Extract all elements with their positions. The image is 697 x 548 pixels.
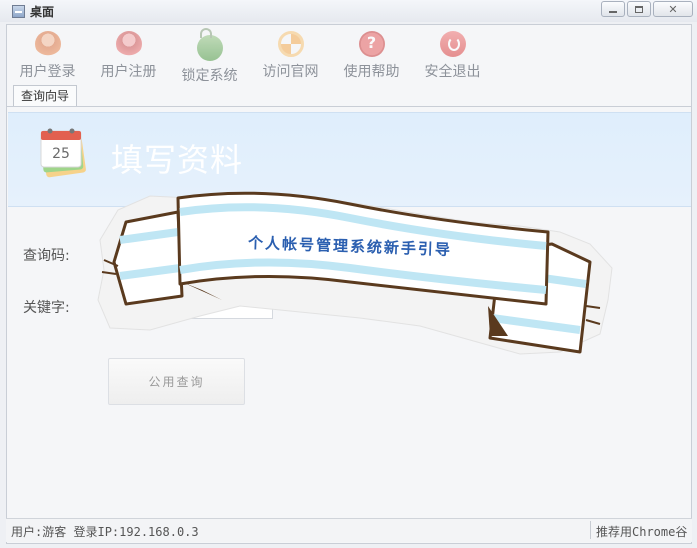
lock-icon: [196, 28, 223, 61]
minimize-icon: [609, 11, 617, 13]
maximize-button[interactable]: [627, 1, 651, 17]
window-title: 桌面: [30, 4, 55, 19]
query-code-label: 查询码:: [23, 248, 70, 264]
toolbar-label: 使用帮助: [343, 64, 400, 80]
tab-divider: [7, 106, 691, 107]
tab-query-wizard[interactable]: 查询向导: [13, 85, 78, 106]
maximize-icon: [635, 5, 643, 13]
toolbar-visit-website[interactable]: 访问官网: [250, 31, 331, 85]
toolbar-label: 用户登录: [19, 64, 76, 80]
toolbar-lock-system[interactable]: 锁定系统: [169, 28, 250, 85]
status-separator: [590, 521, 591, 539]
close-button[interactable]: ✕: [653, 1, 693, 17]
toolbar-help[interactable]: 使用帮助: [331, 31, 412, 85]
query-code-input[interactable]: [107, 237, 277, 265]
user-register-icon: [115, 31, 142, 57]
status-bar: 用户:游客 登录IP:192.168.0.3 推荐用Chrome谷: [6, 518, 692, 542]
toolbar-safe-exit[interactable]: 安全退出: [412, 31, 493, 85]
user-login-icon: [34, 31, 61, 57]
refresh-web-icon: [277, 31, 304, 57]
app-window-icon: [12, 4, 25, 18]
svg-text:25: 25: [52, 146, 70, 162]
help-icon: [358, 31, 385, 57]
page-title: 填写资料: [111, 141, 244, 179]
status-browser-tip: 推荐用Chrome谷: [596, 525, 688, 539]
window-controls: ✕: [599, 1, 693, 17]
header-banner: 25 填写资料: [8, 112, 691, 207]
toolbar-user-login[interactable]: 用户登录: [7, 31, 88, 85]
status-user-info: 用户:游客 登录IP:192.168.0.3: [11, 523, 199, 540]
main-window: 用户登录 用户注册 锁定系统 访问官网 使用帮助 安全退出 查询向导: [6, 24, 692, 544]
close-icon: ✕: [668, 2, 678, 16]
toolbar-user-register[interactable]: 用户注册: [88, 31, 169, 85]
keyword-label: 关键字:: [23, 300, 70, 316]
keyword-input[interactable]: [107, 289, 273, 319]
minimize-button[interactable]: [601, 1, 625, 17]
title-bar: 桌面 ✕: [0, 0, 697, 22]
toolbar: 用户登录 用户注册 锁定系统 访问官网 使用帮助 安全退出: [7, 28, 493, 85]
calendar-icon: 25: [40, 128, 86, 178]
toolbar-label: 安全退出: [424, 64, 481, 80]
toolbar-label: 访问官网: [262, 64, 319, 80]
toolbar-label: 锁定系统: [181, 68, 238, 84]
status-user: 用户:游客: [11, 525, 67, 539]
public-query-button[interactable]: 公用查询: [108, 358, 245, 405]
status-login-ip: 登录IP:192.168.0.3: [73, 525, 199, 539]
toolbar-label: 用户注册: [100, 64, 157, 80]
power-icon: [439, 31, 466, 57]
